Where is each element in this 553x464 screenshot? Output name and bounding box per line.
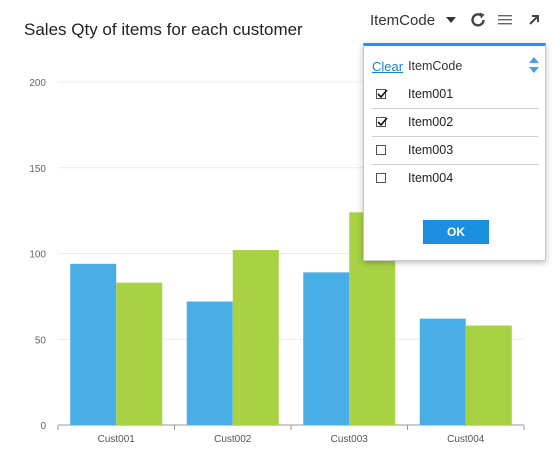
clear-link[interactable]: Clear <box>372 59 403 74</box>
chart-widget: Sales Qty of items for each customer Ite… <box>0 0 553 464</box>
bar[interactable] <box>186 301 233 425</box>
bar[interactable] <box>303 272 350 425</box>
checkbox[interactable] <box>376 145 386 155</box>
y-tick-label: 200 <box>29 78 46 89</box>
x-tick-label: Cust001 <box>98 434 136 445</box>
x-tick-label: Cust004 <box>447 434 485 445</box>
filter-item-row[interactable]: Item004 <box>372 164 538 192</box>
bar[interactable] <box>232 250 279 425</box>
item-code-filter-popup: Clear ItemCode Item001 Item002 Item003 I… <box>363 43 546 261</box>
checkbox[interactable] <box>376 117 388 127</box>
x-tick-label: Cust003 <box>331 434 369 445</box>
filter-item-row[interactable]: Item003 <box>372 136 538 165</box>
bar[interactable] <box>419 318 466 425</box>
x-tick-label: Cust002 <box>214 434 252 445</box>
checkbox[interactable] <box>376 89 388 99</box>
y-tick-label: 100 <box>29 250 46 261</box>
filter-item-label: Item004 <box>408 171 454 185</box>
ok-button[interactable]: OK <box>423 220 489 244</box>
checkbox[interactable] <box>376 173 386 183</box>
bar[interactable] <box>116 282 163 425</box>
filter-item-row[interactable]: Item001 <box>372 80 538 109</box>
filter-item-label: Item001 <box>408 87 454 101</box>
filter-item-row[interactable]: Item002 <box>372 108 538 137</box>
check-icon <box>377 117 388 127</box>
sort-icon[interactable] <box>528 56 540 74</box>
filter-item-label: Item003 <box>408 143 454 157</box>
bar[interactable] <box>70 263 117 425</box>
bar[interactable] <box>465 325 512 425</box>
check-icon <box>377 89 388 99</box>
filter-column-label: ItemCode <box>408 59 463 73</box>
filter-item-label: Item002 <box>408 115 454 129</box>
y-tick-label: 50 <box>35 335 47 346</box>
y-tick-label: 0 <box>40 421 46 432</box>
y-tick-label: 150 <box>29 164 46 175</box>
filter-popup-header: Clear ItemCode <box>372 56 540 76</box>
